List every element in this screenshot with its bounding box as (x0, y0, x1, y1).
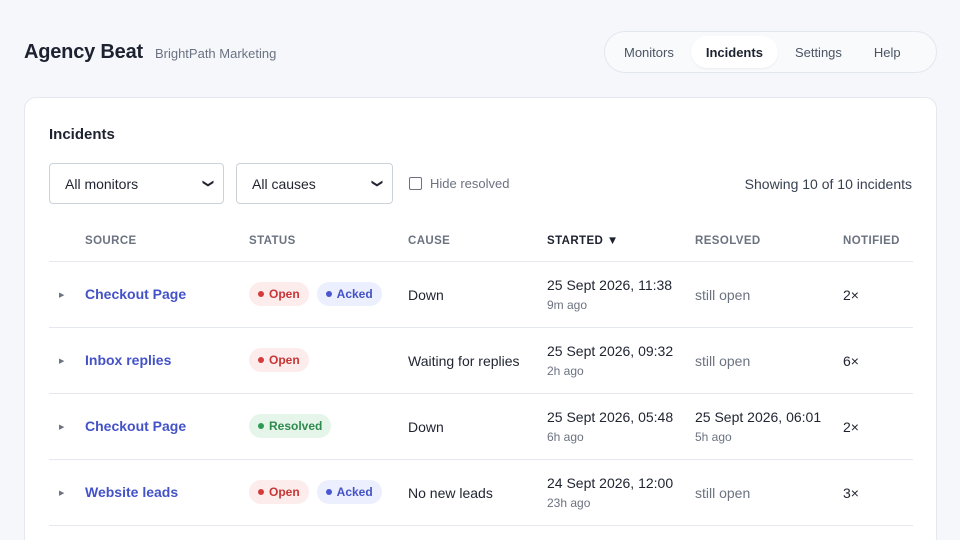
col-cause[interactable]: Cause (408, 235, 450, 247)
started-ago: 23h ago (547, 496, 591, 510)
col-started[interactable]: Started ▼ (547, 235, 619, 247)
status-badges: Open Acked (249, 282, 382, 306)
incident-source-link[interactable]: Inbox replies (85, 352, 171, 368)
incident-cause: No new leads (408, 485, 493, 501)
cause-filter-select[interactable]: All causes ❯ (236, 163, 393, 204)
incident-notified-count: 6× (843, 353, 859, 369)
status-badge-acked: Acked (316, 480, 382, 504)
col-notified[interactable]: Notified (843, 235, 900, 247)
tab-help[interactable]: Help (859, 36, 916, 68)
table-row[interactable]: ▶ Website leads Open Acked No new leads … (49, 460, 913, 526)
triangle-right-icon[interactable]: ▶ (59, 357, 64, 365)
badge-label: Open (269, 353, 300, 367)
resolved-ago: 5h ago (695, 430, 732, 444)
incident-started: 25 Sept 2026, 05:48 6h ago (547, 409, 673, 444)
badge-label: Acked (336, 287, 373, 301)
incident-resolved: still open (695, 353, 751, 369)
badge-label: Open (269, 485, 300, 499)
card-title: Incidents (49, 126, 115, 143)
incident-source-link[interactable]: Checkout Page (85, 286, 186, 302)
status-badges: Open (249, 348, 309, 372)
top-nav: Monitors Incidents Settings Help (604, 31, 937, 73)
incidents-table: Source Status Cause Started ▼ Resolved N… (49, 222, 913, 526)
incident-started: 25 Sept 2026, 11:38 9m ago (547, 277, 672, 312)
badge-label: Acked (336, 485, 373, 499)
app-header: Agency Beat BrightPath Marketing Monitor… (0, 0, 960, 96)
incident-source-link[interactable]: Checkout Page (85, 418, 186, 434)
incident-started: 24 Sept 2026, 12:00 23h ago (547, 475, 673, 510)
incident-source-link[interactable]: Website leads (85, 484, 178, 500)
col-resolved[interactable]: Resolved (695, 235, 761, 247)
results-count: Showing 10 of 10 incidents (744, 176, 912, 192)
status-badges: Resolved (249, 414, 332, 438)
dot-icon (325, 489, 332, 495)
incident-started: 25 Sept 2026, 09:32 2h ago (547, 343, 673, 378)
chevron-down-icon: ❯ (370, 178, 383, 189)
dot-icon (258, 291, 264, 297)
triangle-right-icon[interactable]: ▶ (59, 291, 64, 299)
monitor-filter-value: All monitors (65, 175, 139, 192)
started-time: 25 Sept 2026, 05:48 (547, 409, 674, 425)
hide-resolved-checkbox[interactable] (409, 177, 422, 190)
monitor-filter-select[interactable]: All monitors ❯ (49, 163, 224, 204)
triangle-right-icon[interactable]: ▶ (59, 423, 64, 431)
incident-cause: Waiting for replies (408, 353, 520, 369)
tab-monitors[interactable]: Monitors (609, 36, 689, 68)
incident-cause: Down (408, 287, 444, 303)
table-row[interactable]: ▶ Inbox replies Open Waiting for replies… (49, 328, 913, 394)
status-badge-open: Open (249, 348, 309, 372)
workspace-name: BrightPath Marketing (154, 46, 277, 61)
dot-icon (258, 423, 264, 429)
col-started-label: Started (547, 235, 604, 247)
incident-notified-count: 2× (843, 287, 859, 303)
started-ago: 2h ago (547, 364, 584, 378)
col-source[interactable]: Source (85, 235, 137, 247)
col-status[interactable]: Status (249, 235, 296, 247)
dot-icon (258, 357, 264, 363)
started-time: 25 Sept 2026, 09:32 (547, 343, 674, 359)
incident-notified-count: 2× (843, 419, 859, 435)
tab-incidents[interactable]: Incidents (690, 36, 778, 68)
table-row[interactable]: ▶ Checkout Page Open Acked Down 25 Sept … (49, 262, 913, 328)
brand: Agency Beat BrightPath Marketing (24, 41, 276, 64)
app-title: Agency Beat (24, 41, 143, 63)
status-badge-open: Open (249, 480, 309, 504)
status-badges: Open Acked (249, 480, 382, 504)
incident-resolved: still open (695, 287, 751, 303)
dot-icon (258, 489, 264, 495)
incident-notified-count: 3× (843, 485, 859, 501)
hide-resolved-toggle[interactable]: Hide resolved (409, 176, 510, 191)
badge-label: Resolved (269, 419, 323, 433)
sort-desc-icon: ▼ (606, 235, 619, 247)
cause-filter-value: All causes (252, 175, 316, 192)
table-row[interactable]: ▶ Checkout Page Resolved Down 25 Sept 20… (49, 394, 913, 460)
status-badge-acked: Acked (316, 282, 382, 306)
tab-settings[interactable]: Settings (780, 36, 857, 68)
resolved-time: 25 Sept 2026, 06:01 (695, 409, 822, 425)
table-header: Source Status Cause Started ▼ Resolved N… (49, 222, 913, 262)
started-time: 25 Sept 2026, 11:38 (547, 277, 673, 293)
started-time: 24 Sept 2026, 12:00 (547, 475, 674, 491)
started-ago: 9m ago (547, 298, 588, 312)
triangle-right-icon[interactable]: ▶ (59, 489, 64, 497)
dot-icon (325, 291, 332, 297)
status-badge-resolved: Resolved (249, 414, 332, 438)
badge-label: Open (269, 287, 300, 301)
chevron-down-icon: ❯ (201, 178, 214, 189)
incident-resolved: still open (695, 485, 751, 501)
incidents-card: Incidents All monitors ❯ All causes ❯ Hi… (24, 97, 937, 540)
incident-resolved: 25 Sept 2026, 06:01 5h ago (695, 409, 821, 444)
incident-cause: Down (408, 419, 444, 435)
started-ago: 6h ago (547, 430, 584, 444)
status-badge-open: Open (249, 282, 309, 306)
hide-resolved-label: Hide resolved (430, 176, 510, 191)
